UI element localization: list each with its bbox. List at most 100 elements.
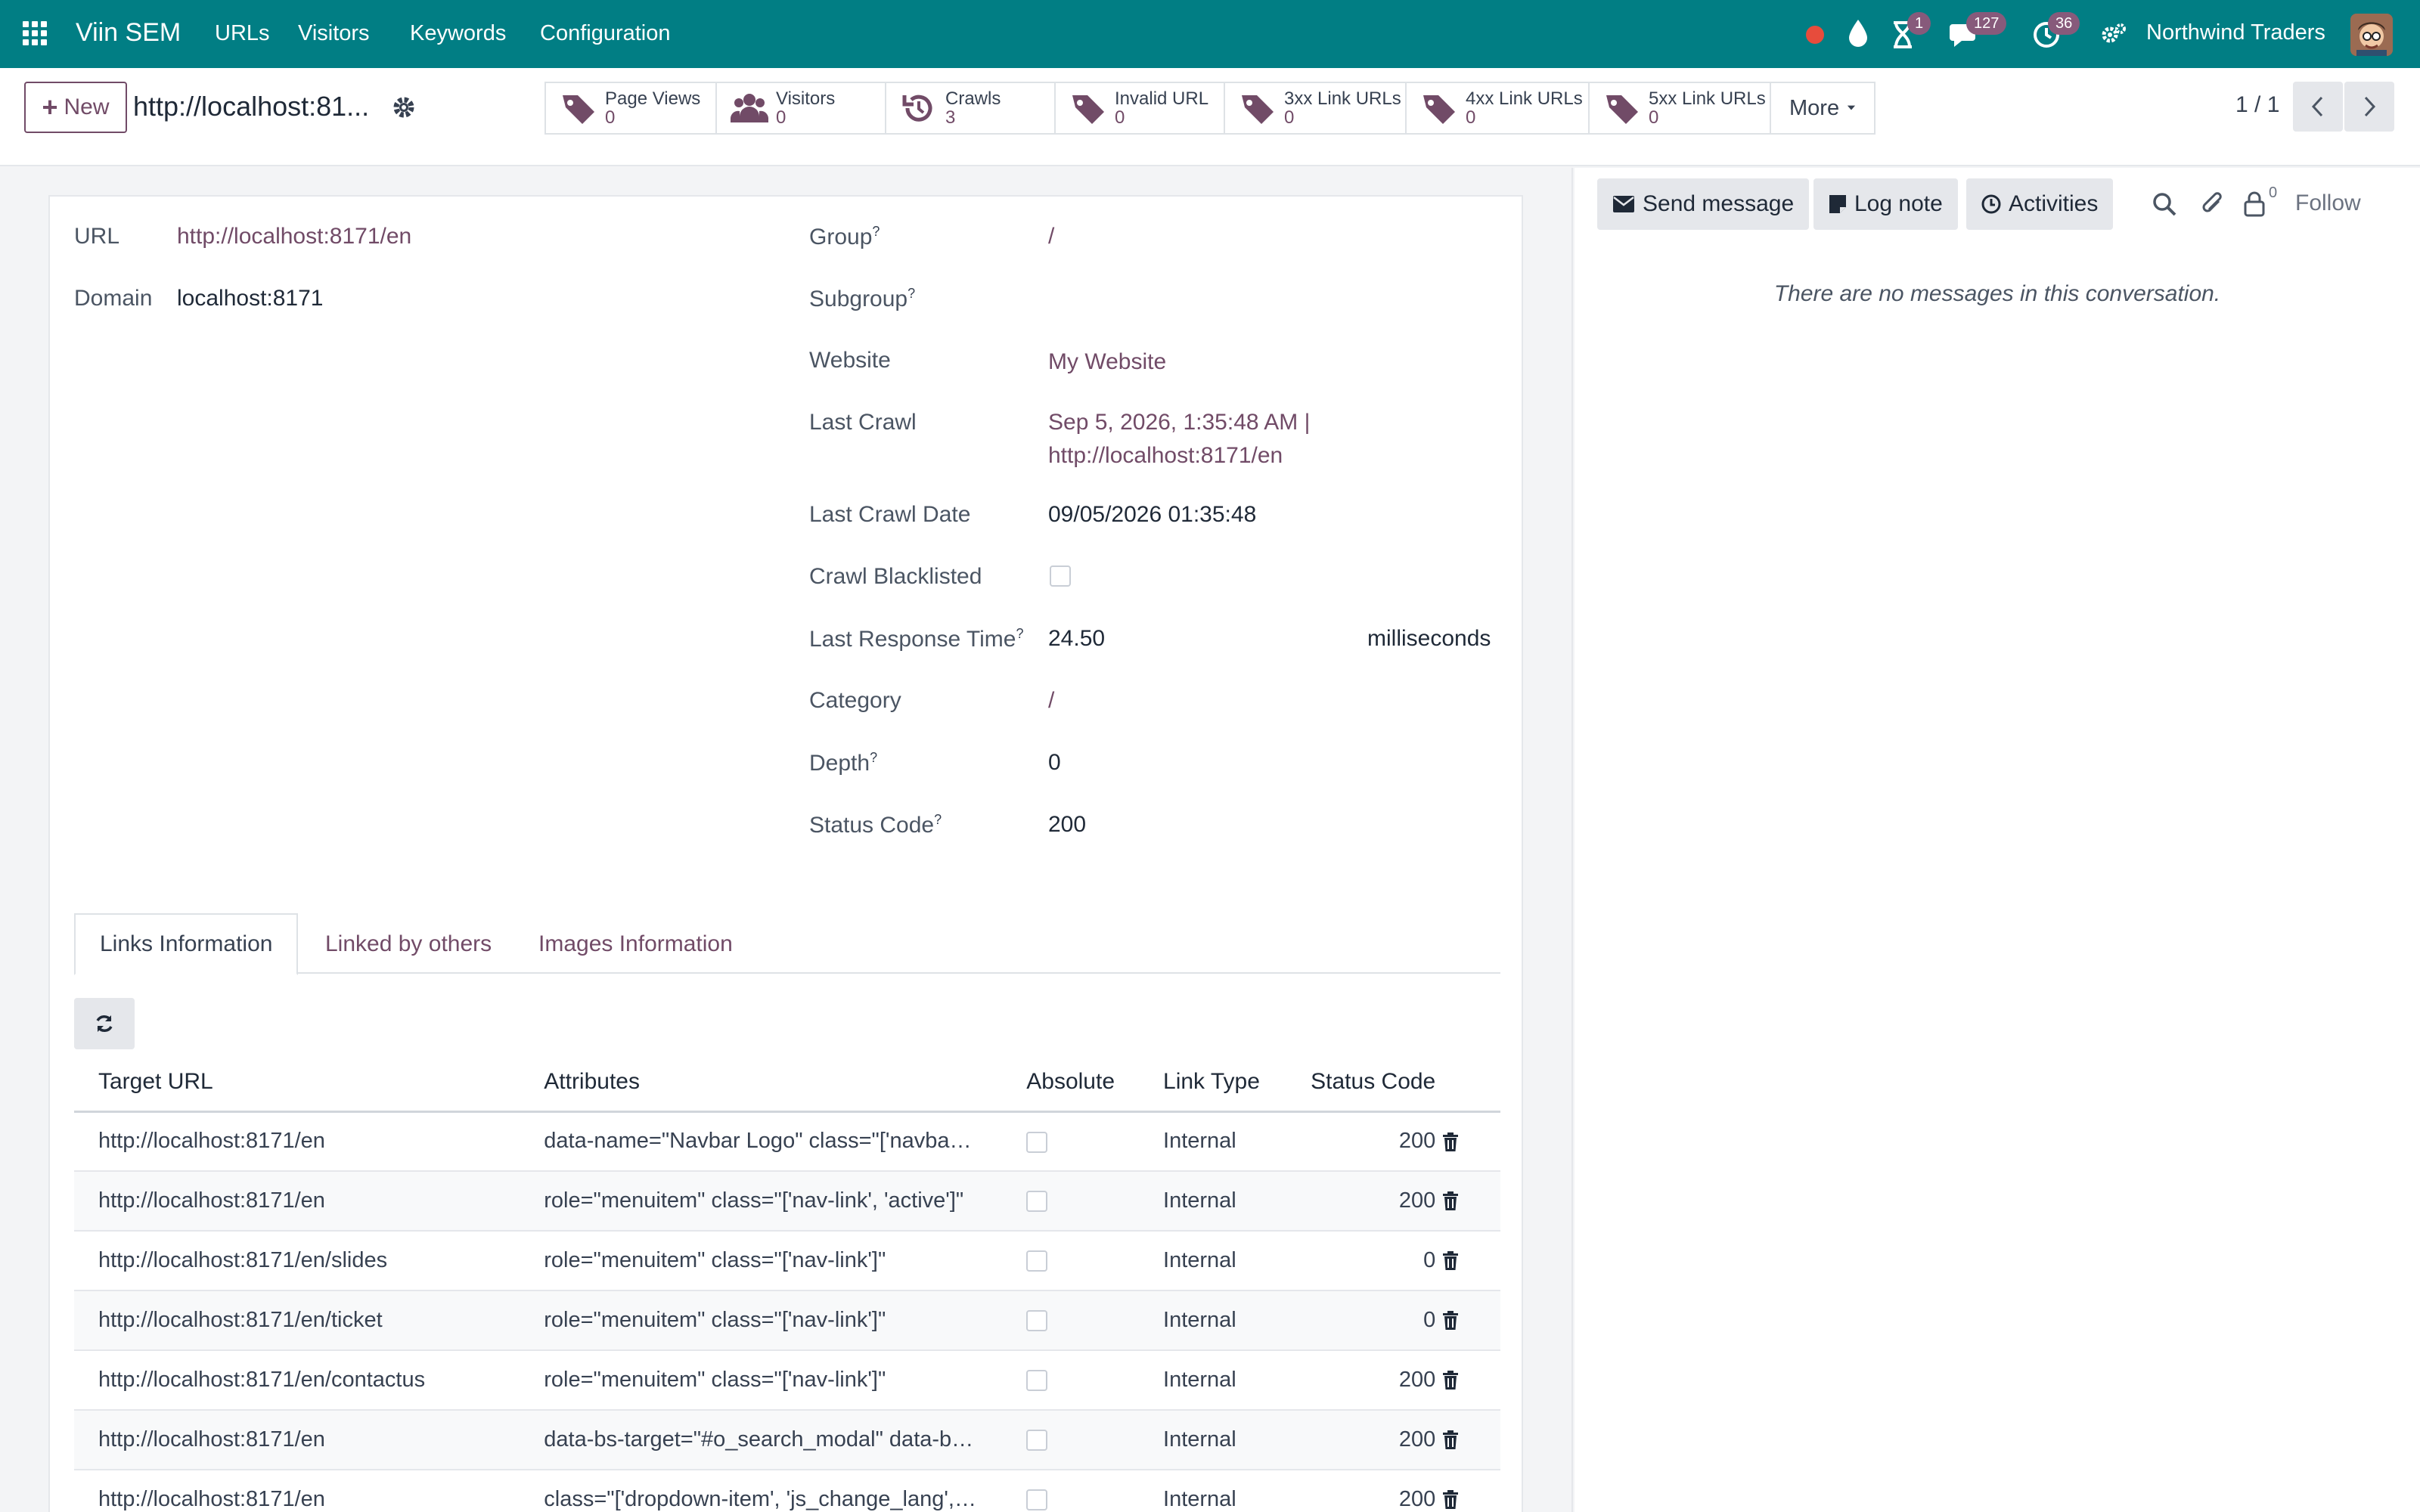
gear-icon[interactable] (390, 94, 417, 121)
smart-button-crawls[interactable]: Crawls 3 (885, 82, 1054, 135)
table-row[interactable]: http://localhost:8171/en/slides role="men… (74, 1231, 1500, 1291)
menu-item-urls[interactable]: URLs (215, 21, 270, 46)
trash-icon[interactable] (1441, 1132, 1460, 1153)
link-type-cell[interactable]: Internal (1139, 1410, 1287, 1470)
menu-item-configuration[interactable]: Configuration (540, 21, 671, 46)
table-row[interactable]: http://localhost:8171/en data-bs-target="… (74, 1410, 1500, 1470)
trash-icon[interactable] (1441, 1489, 1460, 1510)
status-code-cell[interactable]: 200 (1286, 1111, 1442, 1172)
status-code-cell[interactable]: 200 (1286, 1470, 1442, 1512)
target-url-cell[interactable]: http://localhost:8171/en (74, 1470, 520, 1512)
pager-next-button[interactable] (2344, 82, 2394, 132)
smart-button-3xx-links[interactable]: 3xx Link URLs 0 (1224, 82, 1405, 135)
trash-icon[interactable] (1441, 1250, 1460, 1272)
target-url-cell[interactable]: http://localhost:8171/en (74, 1111, 520, 1172)
smart-button-5xx-links[interactable]: 5xx Link URLs 0 (1588, 82, 1770, 135)
trash-icon[interactable] (1441, 1430, 1460, 1451)
absolute-checkbox[interactable] (1026, 1370, 1048, 1392)
column-header-absolute[interactable]: Absolute (1002, 1054, 1140, 1113)
trash-icon[interactable] (1441, 1310, 1460, 1331)
group-value[interactable]: / (1048, 224, 1054, 249)
status-code-cell[interactable]: 200 (1286, 1350, 1442, 1411)
table-row[interactable]: http://localhost:8171/en data-name="Navba… (74, 1111, 1500, 1172)
website-value[interactable]: My Website (1048, 349, 1166, 375)
refresh-button[interactable] (74, 998, 135, 1049)
app-brand[interactable]: Viin SEM (76, 18, 181, 48)
link-type-cell[interactable]: Internal (1139, 1231, 1287, 1291)
table-row[interactable]: http://localhost:8171/en role="menuitem" … (74, 1171, 1500, 1232)
trash-icon[interactable] (1441, 1191, 1460, 1212)
link-type-cell[interactable]: Internal (1139, 1470, 1287, 1512)
tab-images-information[interactable]: Images Information (514, 913, 757, 975)
attributes-cell[interactable]: class="['dropdown-item', 'js_change_lang… (520, 1470, 1003, 1512)
absolute-checkbox[interactable] (1026, 1250, 1048, 1272)
column-header-status-code[interactable]: Status Code (1286, 1054, 1442, 1113)
smart-button-invalid-url[interactable]: Invalid URL 0 (1054, 82, 1224, 135)
activity-timer-icon[interactable]: 1 (1891, 12, 1931, 51)
pager-previous-button[interactable] (2293, 82, 2343, 132)
target-url-cell[interactable]: http://localhost:8171/en (74, 1171, 520, 1232)
trash-icon[interactable] (1441, 1370, 1460, 1391)
attributes-cell[interactable]: data-name="Navbar Logo" class="['navbar-… (520, 1111, 1003, 1172)
link-type-cell[interactable]: Internal (1139, 1350, 1287, 1411)
send-message-button[interactable]: Send message (1597, 178, 1810, 230)
target-url-cell[interactable]: http://localhost:8171/en (74, 1410, 520, 1470)
tab-linked-by-others[interactable]: Linked by others (301, 913, 516, 975)
menu-item-keywords[interactable]: Keywords (410, 21, 506, 46)
help-mark[interactable]: ? (934, 812, 942, 827)
recording-dot-icon[interactable] (1804, 23, 1826, 44)
link-type-cell[interactable]: Internal (1139, 1111, 1287, 1172)
help-mark[interactable]: ? (872, 224, 880, 239)
category-value[interactable]: / (1048, 688, 1054, 714)
table-row[interactable]: http://localhost:8171/en/ticket role="men… (74, 1290, 1500, 1351)
menu-item-visitors[interactable]: Visitors (298, 21, 370, 46)
new-button[interactable]: + New (24, 82, 127, 133)
more-dropdown-button[interactable]: More (1770, 82, 1876, 135)
absolute-checkbox[interactable] (1026, 1430, 1048, 1452)
status-code-cell[interactable]: 0 (1286, 1290, 1442, 1351)
followers-lock-icon[interactable] (2243, 191, 2270, 218)
table-row[interactable]: http://localhost:8171/en/contactus role="… (74, 1350, 1500, 1411)
help-mark[interactable]: ? (1016, 626, 1023, 641)
user-avatar[interactable] (2350, 14, 2393, 56)
attributes-cell[interactable]: role="menuitem" class="['nav-link']" (520, 1350, 1003, 1411)
status-code-cell[interactable]: 200 (1286, 1171, 1442, 1232)
clock-icon[interactable]: 36 (2031, 12, 2080, 51)
target-url-cell[interactable]: http://localhost:8171/en/contactus (74, 1350, 520, 1411)
absolute-checkbox[interactable] (1026, 1489, 1048, 1511)
column-header-target-url[interactable]: Target URL (74, 1054, 520, 1113)
messages-icon[interactable]: 127 (1950, 12, 2007, 51)
column-header-link-type[interactable]: Link Type (1139, 1054, 1287, 1113)
company-name[interactable]: Northwind Traders (2146, 20, 2325, 45)
last-crawl-value-line1[interactable]: Sep 5, 2026, 1:35:48 AM | (1048, 410, 1310, 435)
droplet-icon[interactable] (1847, 18, 1869, 48)
status-code-cell[interactable]: 0 (1286, 1231, 1442, 1291)
column-header-attributes[interactable]: Attributes (520, 1054, 1003, 1113)
attributes-cell[interactable]: role="menuitem" class="['nav-link']" (520, 1231, 1003, 1291)
target-url-cell[interactable]: http://localhost:8171/en/slides (74, 1231, 520, 1291)
settings-cog-icon[interactable] (2099, 21, 2130, 56)
target-url-cell[interactable]: http://localhost:8171/en/ticket (74, 1290, 520, 1351)
help-mark[interactable]: ? (870, 750, 877, 765)
activities-button[interactable]: Activities (1966, 178, 2114, 230)
attributes-cell[interactable]: data-bs-target="#o_search_modal" data-bs… (520, 1410, 1003, 1470)
crawl-blacklisted-checkbox[interactable] (1050, 565, 1071, 587)
attributes-cell[interactable]: role="menuitem" class="['nav-link', 'act… (520, 1171, 1003, 1232)
absolute-checkbox[interactable] (1026, 1310, 1048, 1332)
help-mark[interactable]: ? (908, 286, 915, 301)
link-type-cell[interactable]: Internal (1139, 1290, 1287, 1351)
attributes-cell[interactable]: role="menuitem" class="['nav-link']" (520, 1290, 1003, 1351)
follow-button[interactable]: Follow (2295, 191, 2361, 216)
table-row[interactable]: http://localhost:8171/en class="['dropdow… (74, 1470, 1500, 1512)
smart-button-visitors[interactable]: Visitors 0 (715, 82, 885, 135)
status-code-cell[interactable]: 200 (1286, 1410, 1442, 1470)
smart-button-page-views[interactable]: Page Views 0 (544, 82, 715, 135)
link-type-cell[interactable]: Internal (1139, 1171, 1287, 1232)
app-menu-icon[interactable] (23, 21, 47, 45)
log-note-button[interactable]: Log note (1813, 178, 1958, 230)
tab-links-information[interactable]: Links Information (74, 913, 299, 975)
absolute-checkbox[interactable] (1026, 1131, 1048, 1153)
url-value[interactable]: http://localhost:8171/en (177, 224, 411, 249)
absolute-checkbox[interactable] (1026, 1191, 1048, 1213)
smart-button-4xx-links[interactable]: 4xx Link URLs 0 (1405, 82, 1588, 135)
